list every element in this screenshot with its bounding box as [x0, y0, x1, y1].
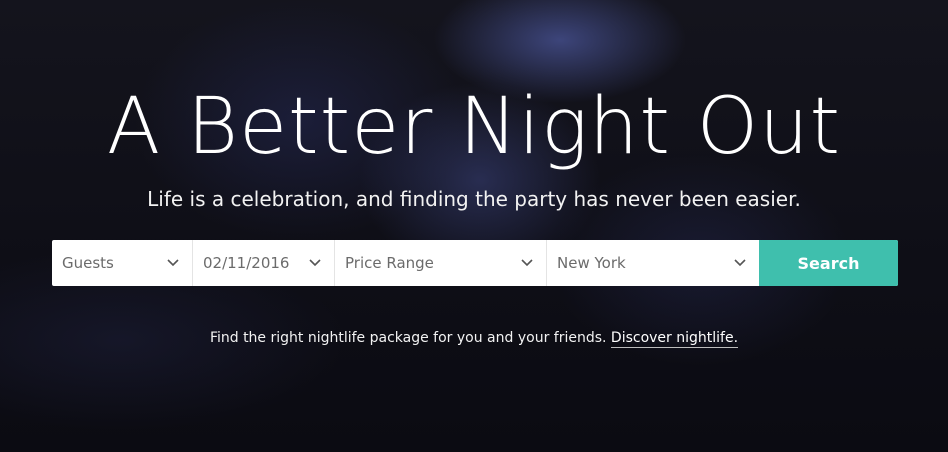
- city-select[interactable]: New York: [547, 240, 759, 286]
- chevron-down-icon: [733, 256, 747, 270]
- city-select-value: New York: [557, 254, 626, 272]
- chevron-down-icon: [308, 256, 322, 270]
- hero-section: A Better Night Out Life is a celebration…: [0, 0, 948, 452]
- price-range-select[interactable]: Price Range: [335, 240, 547, 286]
- guests-select-value: Guests: [62, 254, 114, 272]
- date-select[interactable]: 02/11/2016: [193, 240, 335, 286]
- price-range-select-value: Price Range: [345, 254, 434, 272]
- search-button[interactable]: Search: [759, 240, 898, 286]
- discover-nightlife-link[interactable]: Discover nightlife.: [610, 330, 739, 348]
- chevron-down-icon: [520, 256, 534, 270]
- search-bar: Guests 02/11/2016 Price Range New York S…: [52, 240, 898, 286]
- hero-subtitle: Life is a celebration, and finding the p…: [147, 187, 801, 211]
- chevron-down-icon: [166, 256, 180, 270]
- tagline: Find the right nightlife package for you…: [0, 330, 948, 348]
- guests-select[interactable]: Guests: [52, 240, 193, 286]
- tagline-text: Find the right nightlife package for you…: [209, 330, 607, 346]
- date-select-value: 02/11/2016: [203, 254, 290, 272]
- hero-title: A Better Night Out: [106, 82, 842, 172]
